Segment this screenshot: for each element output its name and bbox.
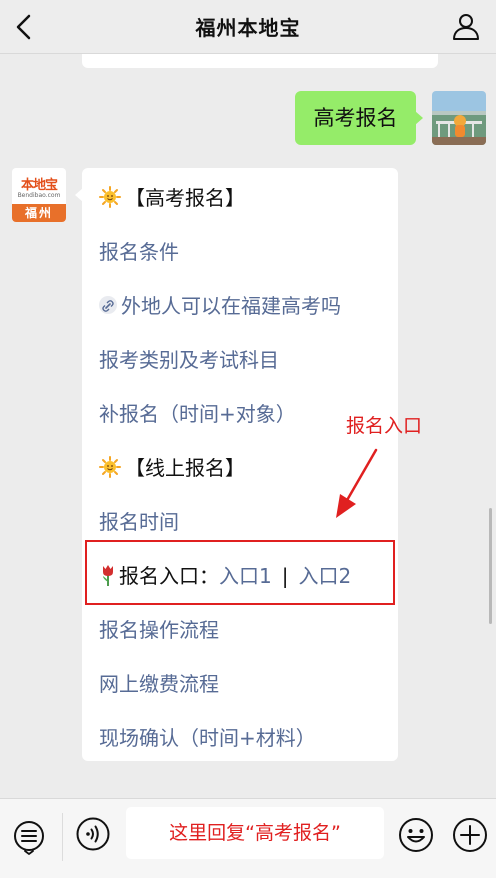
sun-icon (99, 186, 121, 208)
highlight-box (85, 540, 395, 605)
top-bar: 福州本地宝 (0, 0, 496, 54)
scrollbar-thumb[interactable] (489, 508, 492, 624)
link-nonlocal-gaokao[interactable]: 外地人可以在福建高考吗 (99, 290, 341, 319)
logo-subtext: Bendibao.com (17, 192, 61, 199)
link-icon (99, 296, 117, 314)
previous-message-card (82, 54, 438, 68)
emoji-icon[interactable] (398, 817, 434, 853)
user-message-bubble[interactable]: 高考报名 (295, 91, 423, 145)
section-title: 【高考报名】 (125, 186, 245, 210)
avatar-photo-icon (432, 91, 486, 145)
plus-icon[interactable] (452, 817, 488, 853)
link-requirements[interactable]: 报名条件 (99, 236, 179, 265)
message-input[interactable]: 这里回复“高考报名” (126, 807, 384, 859)
voice-icon[interactable] (76, 817, 110, 851)
link-exam-categories[interactable]: 报考类别及考试科目 (99, 344, 279, 373)
link-registration-time[interactable]: 报名时间 (99, 506, 179, 535)
link-onsite-confirmation[interactable]: 现场确认（时间+材料） (99, 722, 316, 751)
sun-icon (99, 456, 121, 478)
menu-icon[interactable] (12, 819, 46, 855)
link-label: 外地人可以在福建高考吗 (121, 294, 341, 318)
link-operation-process[interactable]: 报名操作流程 (99, 614, 219, 643)
section-title: 【线上报名】 (125, 456, 245, 480)
link-supplementary-registration[interactable]: 补报名（时间+对象） (99, 398, 296, 427)
bottom-input-bar: 这里回复“高考报名” (0, 798, 496, 878)
user-avatar[interactable] (432, 91, 486, 145)
toolbar-divider (62, 813, 63, 861)
annotation-arrow-icon (336, 448, 378, 518)
logo-city: 福州 (12, 204, 66, 222)
page-title: 福州本地宝 (195, 16, 301, 40)
bot-avatar[interactable]: 本地宝 Bendibao.com 福州 (12, 168, 66, 222)
section-heading-gaokao: 【高考报名】 (99, 182, 245, 211)
section-heading-online: 【线上报名】 (99, 452, 245, 481)
profile-icon[interactable] (452, 12, 480, 40)
logo-text: 本地宝 (20, 178, 58, 193)
link-payment-process[interactable]: 网上缴费流程 (99, 668, 219, 697)
annotation-label: 报名入口 (346, 415, 423, 437)
